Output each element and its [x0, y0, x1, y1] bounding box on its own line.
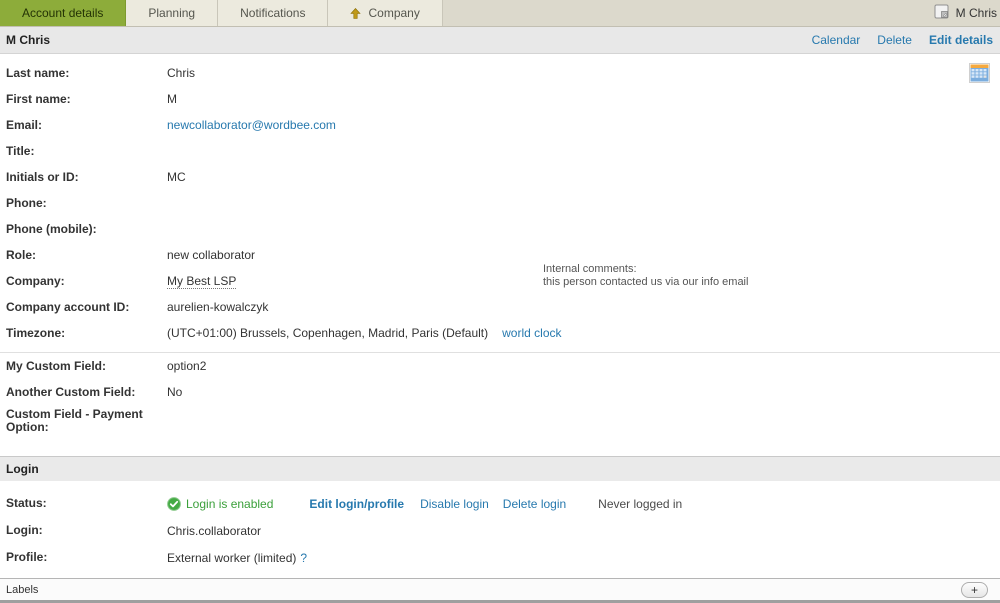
topbar-user[interactable]: M Chris — [934, 0, 1000, 26]
company-link[interactable]: My Best LSP — [167, 274, 236, 289]
field-row-last-name: Last name: Chris — [0, 60, 1000, 86]
field-label: Company: — [6, 275, 161, 288]
page-title: M Chris — [6, 33, 50, 47]
field-value: Chris — [167, 66, 195, 80]
account-details-panel: Last name: Chris First name: M Email: ne… — [0, 54, 1000, 603]
field-label: Profile: — [6, 551, 161, 564]
add-label-button[interactable]: + — [961, 582, 988, 598]
field-value: (UTC+01:00) Brussels, Copenhagen, Madrid… — [167, 326, 488, 340]
field-row-email: Email: newcollaborator@wordbee.com — [0, 112, 1000, 138]
labels-bar: Labels + — [0, 578, 1000, 600]
edit-login-profile-link[interactable]: Edit login/profile — [309, 497, 404, 511]
field-label: Email: — [6, 119, 161, 132]
header-actions: Calendar Delete Edit details — [795, 33, 993, 47]
delete-login-link[interactable]: Delete login — [503, 497, 566, 511]
field-label: Last name: — [6, 67, 161, 80]
profile-help-link[interactable]: ? — [300, 551, 307, 565]
field-row-payment-option: Custom Field - Payment Option: — [0, 405, 1000, 448]
field-label: Login: — [6, 524, 161, 537]
field-label: Phone (mobile): — [6, 223, 161, 236]
tab-company[interactable]: Company — [328, 0, 442, 26]
field-row-company: Company: My Best LSP — [0, 268, 1000, 294]
field-value: aurelien-kowalczyk — [167, 300, 268, 314]
labels-title: Labels — [6, 584, 38, 596]
field-value: External worker (limited) — [167, 551, 296, 565]
field-row-profile: Profile: External worker (limited) ? — [0, 544, 1000, 571]
field-row-login: Login: Chris.collaborator — [0, 517, 1000, 544]
field-row-first-name: First name: M — [0, 86, 1000, 112]
topbar-user-name: M Chris — [956, 6, 997, 20]
field-label: Title: — [6, 145, 161, 158]
field-row-timezone: Timezone: (UTC+01:00) Brussels, Copenhag… — [0, 320, 1000, 346]
check-circle-icon — [167, 497, 181, 511]
field-label: Company account ID: — [6, 301, 161, 314]
internal-comments-label: Internal comments: — [543, 263, 748, 276]
field-label: Custom Field - Payment Option: — [6, 408, 161, 434]
tab-planning[interactable]: Planning — [126, 0, 218, 26]
never-logged-in-text: Never logged in — [598, 497, 682, 511]
user-card-icon — [934, 4, 949, 22]
field-label: Another Custom Field: — [6, 386, 161, 399]
field-row-another-custom-field: Another Custom Field: No — [0, 379, 1000, 405]
world-clock-link[interactable]: world clock — [502, 326, 561, 340]
page-header: M Chris Calendar Delete Edit details — [0, 27, 1000, 54]
field-label: Phone: — [6, 197, 161, 210]
delete-link[interactable]: Delete — [877, 33, 912, 47]
field-value: No — [167, 385, 182, 399]
up-arrow-icon — [350, 8, 361, 19]
internal-comments-text: this person contacted us via our info em… — [543, 276, 748, 289]
field-label: Status: — [6, 497, 161, 510]
tab-account-details[interactable]: Account details — [0, 0, 126, 26]
field-row-title: Title: — [0, 138, 1000, 164]
field-row-phone: Phone: — [0, 190, 1000, 216]
field-row-status: Status: Login is enabled Edit login/prof… — [0, 490, 1000, 517]
field-row-my-custom-field: My Custom Field: option2 — [0, 353, 1000, 379]
tab-account-details-label: Account details — [22, 6, 103, 20]
edit-details-link[interactable]: Edit details — [929, 33, 993, 47]
calendar-link[interactable]: Calendar — [812, 33, 861, 47]
field-value: new collaborator — [167, 248, 255, 262]
field-value: Chris.collaborator — [167, 524, 261, 538]
field-value: option2 — [167, 359, 206, 373]
status-text: Login is enabled — [186, 497, 273, 511]
tab-notifications-label: Notifications — [240, 6, 305, 20]
tab-planning-label: Planning — [148, 6, 195, 20]
login-section-title: Login — [6, 462, 39, 476]
field-label: My Custom Field: — [6, 360, 161, 373]
field-row-role: Role: new collaborator — [0, 242, 1000, 268]
email-link[interactable]: newcollaborator@wordbee.com — [167, 118, 336, 132]
internal-comments: Internal comments: this person contacted… — [543, 263, 748, 289]
calendar-icon[interactable] — [969, 63, 990, 86]
field-row-company-account-id: Company account ID: aurelien-kowalczyk — [0, 294, 1000, 320]
disable-login-link[interactable]: Disable login — [420, 497, 489, 511]
tab-bar: Account details Planning Notifications C… — [0, 0, 1000, 27]
tab-company-label: Company — [368, 6, 419, 20]
field-row-initials: Initials or ID: MC — [0, 164, 1000, 190]
field-label: First name: — [6, 93, 161, 106]
field-row-phone-mobile: Phone (mobile): — [0, 216, 1000, 242]
field-value: M — [167, 92, 177, 106]
field-value: MC — [167, 170, 186, 184]
login-section-header: Login — [0, 456, 1000, 481]
field-label: Role: — [6, 249, 161, 262]
tab-notifications[interactable]: Notifications — [218, 0, 328, 26]
field-label: Timezone: — [6, 327, 161, 340]
field-label: Initials or ID: — [6, 171, 161, 184]
login-section-body: Status: Login is enabled Edit login/prof… — [0, 481, 1000, 571]
